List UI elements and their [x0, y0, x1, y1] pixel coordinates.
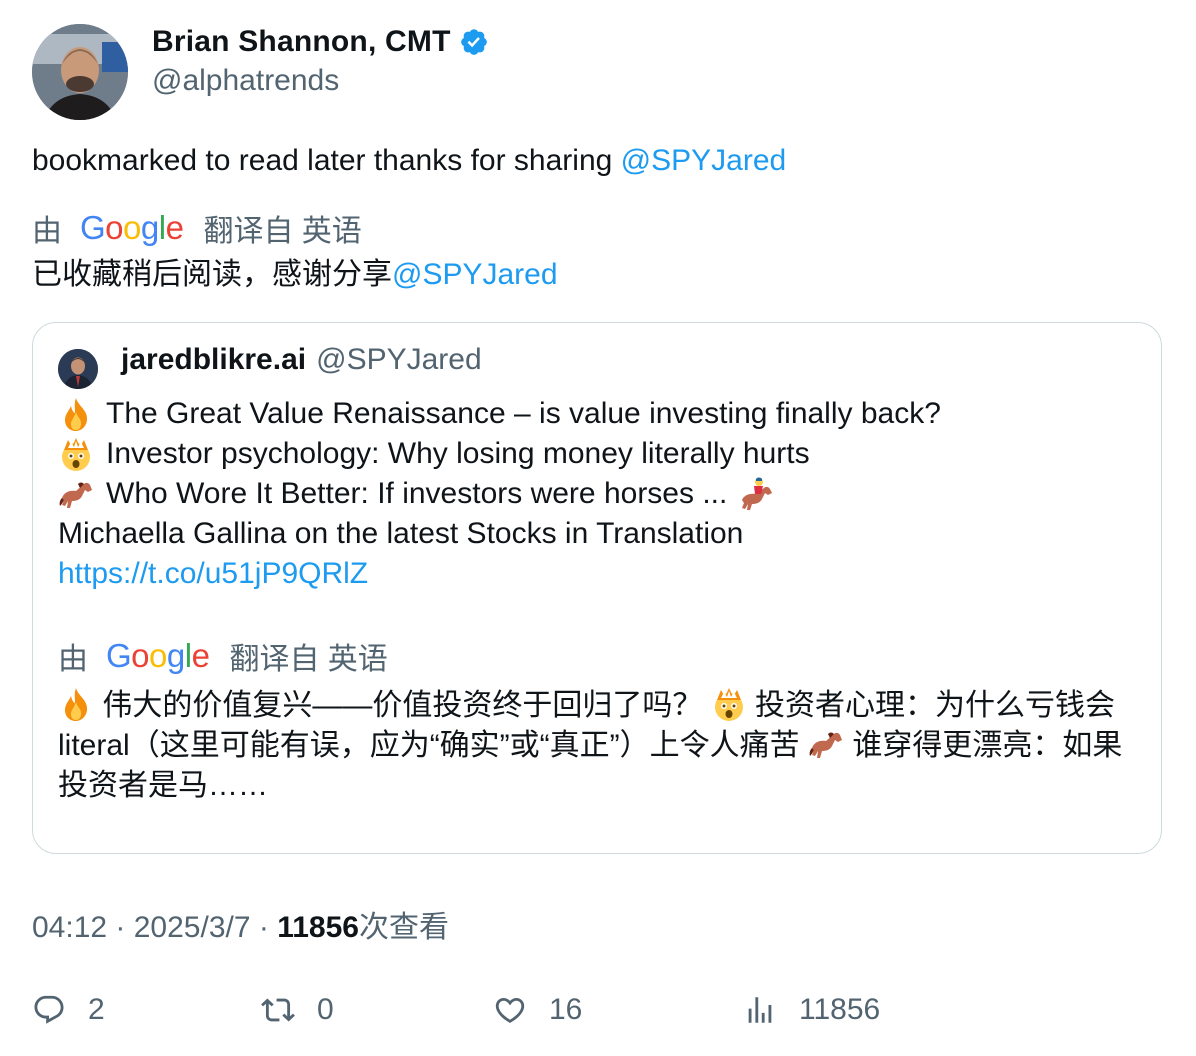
quoted-author-avatar[interactable]: [58, 349, 98, 389]
tweet-body: bookmarked to read later thanks for shar…: [32, 144, 621, 177]
quoted-line-text: Michaella Gallina on the latest Stocks i…: [58, 517, 744, 550]
quoted-text: The Great Value Renaissance – is value i…: [58, 394, 941, 594]
view-count-label: 次查看: [358, 911, 449, 944]
author-handle[interactable]: @alphatrends: [152, 64, 339, 98]
translated-body: 已收藏稍后阅读，感谢分享: [32, 258, 392, 291]
reply-icon: [34, 995, 64, 1024]
quoted-line-text: Investor psychology: Why losing money li…: [106, 437, 810, 470]
tweet-time[interactable]: 04:12: [32, 911, 107, 944]
horse-icon: [808, 726, 844, 762]
horse-icon: [58, 476, 94, 512]
quoted-author-name[interactable]: jaredblikre.ai: [121, 343, 306, 377]
quoted-translated-from-label[interactable]: 翻译自 英语: [229, 634, 387, 678]
meta-separator: ·: [107, 911, 134, 944]
view-count: 11856: [277, 911, 359, 944]
quoted-translated-part: 伟大的价值复兴——价值投资终于回归了吗？: [102, 689, 703, 722]
quoted-translated-by-label: 由: [58, 643, 88, 676]
quoted-line: Michaella Gallina on the latest Stocks i…: [58, 514, 941, 554]
quoted-translation-header: 由 Google 翻译自 英语: [58, 636, 388, 676]
views-count: 11856: [799, 993, 881, 1026]
tweet-meta: 04:12 · 2025/3/7 · 11856次查看: [32, 902, 449, 946]
analytics-icon: [748, 997, 772, 1023]
translation-header: 由 Google 翻译自 英语: [32, 208, 362, 248]
reply-button[interactable]: 2: [32, 988, 105, 1032]
horse-racing-icon: [739, 476, 775, 512]
fire-icon: [58, 686, 94, 722]
quoted-line: https://t.co/u51jP9QRlZ: [58, 554, 941, 594]
translated-text: 已收藏稍后阅读，感谢分享@SPYJared: [32, 254, 558, 296]
google-logo: Google: [106, 637, 210, 674]
author-name-row: Brian Shannon, CMT: [152, 22, 489, 62]
quoted-line: The Great Value Renaissance – is value i…: [58, 394, 941, 434]
quoted-translated-text: 伟大的价值复兴——价值投资终于回归了吗？ 投资者心理：为什么亏钱会 litera…: [58, 686, 1138, 806]
like-button[interactable]: 16: [493, 988, 582, 1032]
translated-mention-link[interactable]: @SPYJared: [392, 258, 558, 291]
tweet-date[interactable]: 2025/3/7: [134, 911, 251, 944]
translated-from-label[interactable]: 翻译自 英语: [203, 206, 361, 250]
quoted-line: Investor psychology: Why losing money li…: [58, 434, 941, 474]
exploding-head-icon: [711, 686, 747, 722]
fire-icon: [58, 396, 94, 432]
like-count: 16: [549, 993, 583, 1026]
reply-count: 2: [88, 993, 105, 1026]
views-button[interactable]: 11856: [743, 988, 880, 1032]
translated-by-label: 由: [32, 215, 62, 248]
tweet-mention-link[interactable]: @SPYJared: [621, 144, 787, 177]
quoted-line-text: The Great Value Renaissance – is value i…: [106, 397, 941, 430]
quoted-author-handle[interactable]: @SPYJared: [316, 343, 482, 377]
action-bar: 2 0 16 11856: [32, 988, 1162, 1032]
google-logo: Google: [80, 209, 184, 246]
meta-separator: ·: [250, 911, 278, 944]
quoted-link[interactable]: https://t.co/u51jP9QRlZ: [58, 554, 368, 594]
tweet-text: bookmarked to read later thanks for shar…: [32, 140, 786, 182]
exploding-head-icon: [58, 436, 94, 472]
quoted-line: Who Wore It Better: If investors were ho…: [58, 474, 941, 514]
retweet-icon: [261, 998, 295, 1022]
tweet: Brian Shannon, CMT @alphatrends bookmark…: [0, 0, 1196, 1056]
verified-badge-icon: [459, 27, 489, 57]
quoted-line-text: Who Wore It Better: If investors were ho…: [106, 477, 728, 510]
heart-icon: [495, 997, 525, 1023]
quoted-tweet-card[interactable]: jaredblikre.ai @SPYJared The Great Value…: [32, 322, 1162, 854]
retweet-button[interactable]: 0: [261, 988, 334, 1032]
author-name[interactable]: Brian Shannon, CMT: [152, 25, 451, 59]
quoted-author-row: jaredblikre.ai @SPYJared: [121, 343, 482, 377]
retweet-count: 0: [317, 993, 334, 1026]
author-avatar[interactable]: [32, 24, 128, 120]
